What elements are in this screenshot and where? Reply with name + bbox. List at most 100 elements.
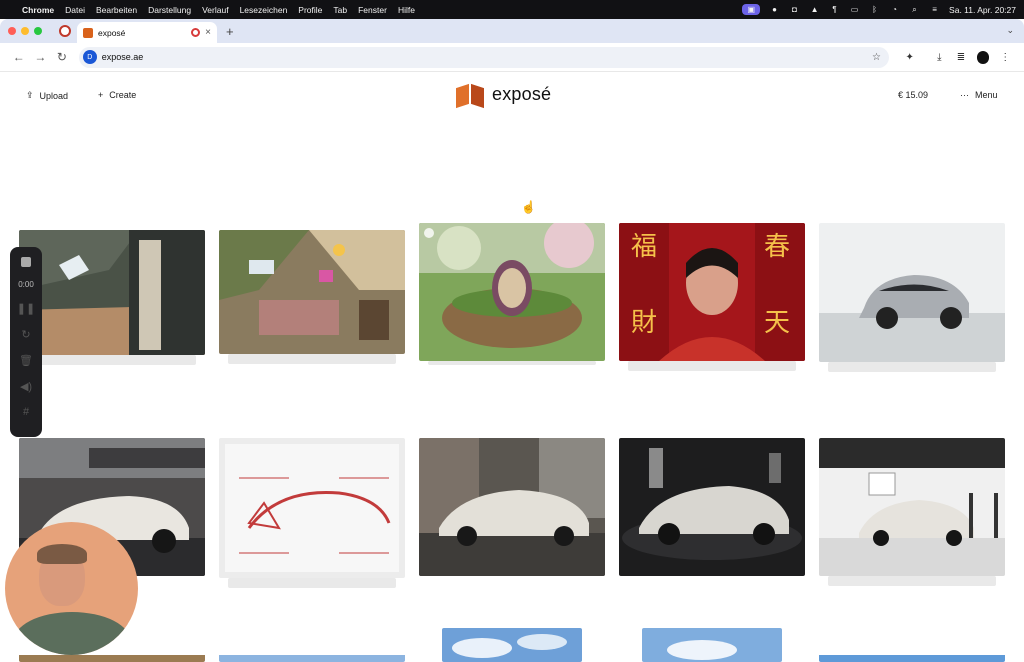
pinned-tab-icon[interactable] xyxy=(59,25,71,37)
gallery-card[interactable] xyxy=(419,438,605,576)
webcam-overlay[interactable] xyxy=(5,522,138,655)
menu-bearbeiten[interactable]: Bearbeiten xyxy=(96,5,137,15)
grid-icon[interactable]: # xyxy=(23,406,29,418)
mouse-cursor-icon: ☝ xyxy=(521,200,536,214)
record-icon[interactable]: ● xyxy=(769,5,780,14)
back-icon[interactable]: ← xyxy=(8,50,30,64)
forward-icon[interactable]: → xyxy=(30,50,52,64)
pause-icon[interactable]: ❚❚ xyxy=(17,302,35,315)
row3-image-2 xyxy=(219,655,405,662)
menu-button[interactable]: ··· Menu xyxy=(960,90,998,100)
reload-icon[interactable]: ↻ xyxy=(51,50,73,64)
gallery-card[interactable] xyxy=(219,652,405,662)
row3-image-1 xyxy=(19,655,205,662)
menu-fenster[interactable]: Fenster xyxy=(358,5,387,15)
profile-avatar[interactable] xyxy=(976,50,990,64)
gallery-card[interactable] xyxy=(619,438,805,576)
minimize-window-icon[interactable] xyxy=(21,27,29,35)
card-shadow xyxy=(428,361,596,365)
search-icon[interactable]: ⌕ xyxy=(909,5,920,14)
media-icon[interactable]: ≣ xyxy=(950,52,972,63)
recording-panel: 0:00 ❚❚ ↻ 🗑 ◀) # xyxy=(10,247,42,437)
screen-recorder-icon[interactable]: ▣ xyxy=(742,4,761,15)
wifi-icon[interactable]: ◔ xyxy=(889,5,900,14)
menu-datei[interactable]: Datei xyxy=(65,5,85,15)
svg-text:福: 福 xyxy=(631,232,657,262)
card-shadow xyxy=(828,576,996,586)
restart-icon[interactable]: ↻ xyxy=(21,328,30,341)
balance-text: € 15.09 xyxy=(898,90,929,100)
upload-label: Upload xyxy=(39,90,69,101)
gallery-card[interactable] xyxy=(219,438,405,578)
easter-egg-image xyxy=(419,223,605,361)
url-text[interactable]: expose.ae xyxy=(102,52,144,62)
stop-recording-icon[interactable] xyxy=(21,257,31,267)
logo-text: exposé xyxy=(492,83,552,104)
control-center-icon[interactable]: ≡ xyxy=(929,5,940,14)
card-shadow xyxy=(28,355,196,365)
notes-icon[interactable]: ¶ xyxy=(829,5,840,14)
gallery-card[interactable]: 福 春 財 天 xyxy=(619,223,805,361)
close-window-icon[interactable] xyxy=(8,27,16,35)
tab-title: exposé xyxy=(98,27,126,38)
download-icon[interactable]: ⤓ xyxy=(929,52,951,63)
svg-text:天: 天 xyxy=(764,308,790,338)
gallery-card[interactable] xyxy=(442,628,582,662)
gallery-card[interactable] xyxy=(819,438,1005,576)
trash-icon[interactable]: 🗑 xyxy=(19,354,33,367)
new-tab-button[interactable]: + xyxy=(226,24,234,39)
menu-lesezeichen[interactable]: Lesezeichen xyxy=(240,5,288,15)
car-sketch-image xyxy=(219,438,405,578)
window-controls xyxy=(8,27,42,35)
menu-tab[interactable]: Tab xyxy=(333,5,347,15)
card-shadow xyxy=(228,578,396,588)
menu-profile[interactable]: Profile xyxy=(298,5,322,15)
battery-icon[interactable]: ▭ xyxy=(849,5,860,14)
sedan-dark-studio-image xyxy=(619,438,805,576)
upload-button[interactable]: ⇪ Upload xyxy=(26,90,68,101)
create-label: Create xyxy=(109,90,137,100)
recording-timer: 0:00 xyxy=(18,280,34,289)
electric-car-image xyxy=(819,223,1005,362)
speaker-icon[interactable]: ◀) xyxy=(20,380,32,393)
row3-image-5 xyxy=(819,655,1005,662)
gallery-card[interactable] xyxy=(819,223,1005,362)
menu-verlauf[interactable]: Verlauf xyxy=(202,5,228,15)
card-shadow xyxy=(628,361,796,371)
gallery-card[interactable] xyxy=(19,230,205,355)
bluetooth-icon[interactable]: ᛒ xyxy=(869,5,880,14)
recording-indicator-icon xyxy=(191,28,201,37)
bookmark-star-icon[interactable]: ☆ xyxy=(872,52,881,63)
close-tab-icon[interactable]: × xyxy=(205,27,211,38)
sedan-courtyard-image xyxy=(419,438,605,576)
create-button[interactable]: + Create xyxy=(98,90,136,100)
tab-search-icon[interactable]: ⌄ xyxy=(1006,25,1014,36)
zoom-window-icon[interactable] xyxy=(34,27,42,35)
menu-chrome[interactable]: Chrome xyxy=(22,5,54,15)
svg-text:春: 春 xyxy=(764,232,790,262)
gallery-card[interactable] xyxy=(642,628,782,662)
tab-strip: exposé × + ⌄ xyxy=(0,19,1024,43)
gallery-card[interactable] xyxy=(819,652,1005,662)
attic-loft-image xyxy=(19,230,205,355)
balance-display[interactable]: € 15.09 xyxy=(898,90,928,100)
tab-expose[interactable]: exposé × xyxy=(77,22,217,43)
gallery-card[interactable] xyxy=(219,230,405,354)
extensions-icon[interactable]: ✦ xyxy=(899,52,921,63)
plus-icon: + xyxy=(98,90,104,100)
menu-hilfe[interactable]: Hilfe xyxy=(398,5,415,15)
row3-image-3 xyxy=(442,628,582,662)
menu-label: Menu xyxy=(975,90,998,100)
upload-icon: ⇪ xyxy=(26,90,34,100)
browser-toolbar: ← → ↻ D expose.ae ☆ ✦ ⤓ ≣ ⋮ xyxy=(0,43,1024,72)
drive-icon[interactable]: ▲ xyxy=(809,5,820,14)
expose-logo[interactable]: exposé xyxy=(456,82,551,106)
address-bar[interactable]: D expose.ae ☆ xyxy=(78,46,889,68)
share-icon[interactable]: ◘ xyxy=(789,5,800,14)
menu-darstellung[interactable]: Darstellung xyxy=(148,5,191,15)
menubar-clock[interactable]: Sa. 11. Apr. 20:27 xyxy=(949,5,1016,15)
site-info-icon[interactable]: D xyxy=(82,50,97,64)
gallery-card[interactable] xyxy=(419,223,605,361)
more-options-icon[interactable]: ⋮ xyxy=(994,52,1016,63)
favicon-icon xyxy=(83,27,93,38)
